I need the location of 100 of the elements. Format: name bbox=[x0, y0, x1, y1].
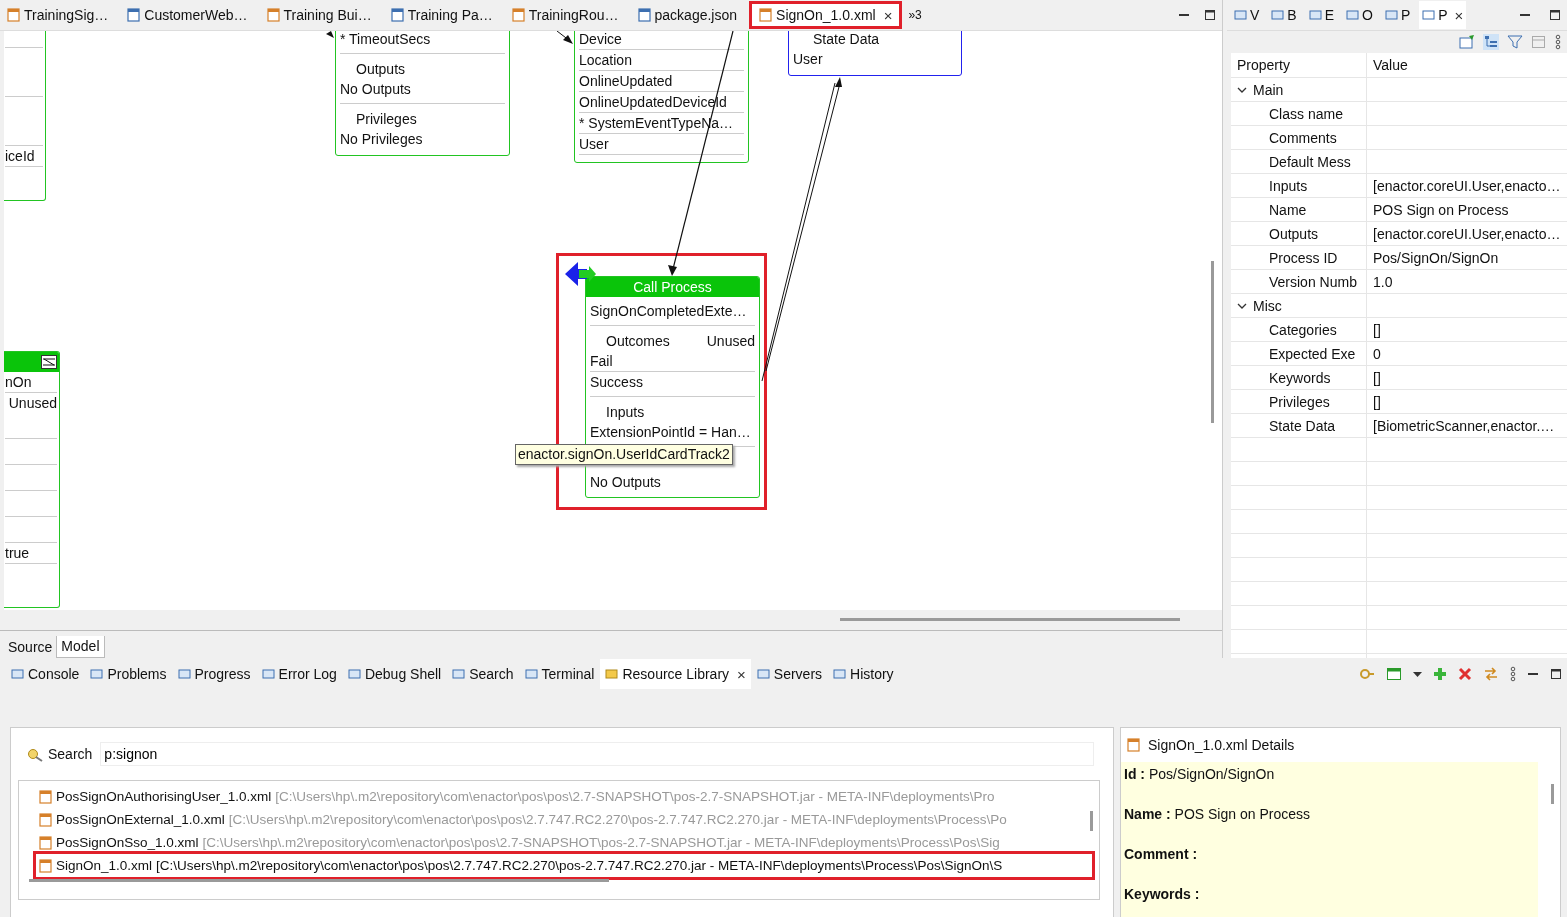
file-icon bbox=[39, 858, 52, 873]
view-tab[interactable]: V bbox=[1231, 1, 1263, 29]
file-icon bbox=[1127, 738, 1140, 752]
more-icon[interactable] bbox=[1510, 666, 1516, 682]
view-tab[interactable]: Servers bbox=[751, 659, 828, 689]
search-label: Search bbox=[48, 746, 93, 762]
view-icon bbox=[1271, 9, 1285, 21]
more-icon[interactable] bbox=[1555, 34, 1561, 50]
property-name: Default Mess bbox=[1269, 153, 1351, 170]
scrollbar-thumb[interactable] bbox=[840, 618, 1180, 621]
view-tab[interactable]: Error Log bbox=[256, 659, 342, 689]
result-item[interactable]: PosSignOnAuthorisingUser_1.0.xml [C:\Users\hp\.m2\repository\com\enactor\pos\pos\2.7-SNAPSHOT\pos-2.7-SNAPSHOT.jar - META-INF\deployments\Pro bbox=[39, 785, 1099, 808]
process-node[interactable]: * TimeoutSecs Outputs No Outputs Privileges No Privileges bbox=[335, 31, 510, 156]
file-icon bbox=[39, 835, 52, 850]
file-icon bbox=[759, 8, 773, 22]
tree-icon[interactable] bbox=[1483, 34, 1499, 50]
node-field: iceId bbox=[5, 146, 43, 167]
editor-tab[interactable]: package.json bbox=[630, 1, 748, 29]
view-tab[interactable]: O bbox=[1343, 1, 1376, 29]
swap-icon[interactable] bbox=[1483, 666, 1499, 682]
section-heading: State Data bbox=[813, 31, 880, 49]
node-field: No Outputs bbox=[590, 472, 755, 492]
property-value: [BiometricScanner,enactor.… bbox=[1373, 417, 1555, 434]
view-icon bbox=[11, 668, 24, 680]
column-header[interactable]: Value bbox=[1367, 57, 1567, 73]
result-item[interactable]: SignOn_1.0.xml [C:\Users\hp\.m2\repository\com\enactor\pos\pos\2.7.747.RC2.270\pos-2.7.747.RC2.270.jar - META-INF\deployments\Process\Pos\SignOn\S bbox=[36, 854, 1092, 877]
editor-tab[interactable]: CustomerWeb… bbox=[120, 1, 258, 29]
maximize-icon[interactable] bbox=[1550, 668, 1562, 680]
node-title: Call Process bbox=[586, 277, 759, 297]
property-name: Name bbox=[1269, 201, 1307, 218]
property-group[interactable]: Misc bbox=[1231, 294, 1367, 317]
view-tab[interactable]: Resource Library × bbox=[600, 659, 751, 689]
view-tab[interactable]: History bbox=[828, 659, 899, 689]
view-tab[interactable]: Debug Shell bbox=[342, 659, 447, 689]
property-value: 0 bbox=[1373, 345, 1381, 362]
view-tab[interactable]: Search bbox=[447, 659, 519, 689]
view-tab[interactable]: B bbox=[1268, 1, 1300, 29]
maximize-icon[interactable] bbox=[1204, 9, 1216, 21]
node-field: SignOnCompletedExte… bbox=[590, 301, 755, 321]
view-icon bbox=[90, 668, 104, 680]
scrollbar-thumb[interactable] bbox=[1551, 784, 1554, 804]
view-tab[interactable]: Terminal bbox=[519, 659, 600, 689]
view-tab[interactable]: Progress bbox=[172, 659, 256, 689]
window-icon[interactable] bbox=[1386, 666, 1402, 682]
arrow-head-icon bbox=[326, 31, 334, 38]
section-heading: Outcomes bbox=[606, 332, 670, 351]
scrollbar-thumb[interactable] bbox=[1090, 811, 1093, 831]
chevron-icon bbox=[1237, 301, 1247, 310]
view-tab[interactable]: Console bbox=[6, 659, 85, 689]
property-name: Expected Exe bbox=[1269, 345, 1356, 362]
property-value: [] bbox=[1373, 369, 1381, 386]
result-item[interactable]: PosSignOnSso_1.0.xml [C:\Users\hp\.m2\repository\com\enactor\pos\pos\2.7-SNAPSHOT\pos-2.7-SNAPSHOT.jar - META-INF\deployments\Process\Pos\Sig bbox=[39, 831, 1099, 854]
file-icon bbox=[127, 8, 141, 22]
file-icon bbox=[390, 8, 404, 22]
process-node[interactable]: nOn Unused true bbox=[4, 351, 60, 608]
process-node[interactable]: State Data User bbox=[788, 31, 962, 76]
node-field: nOn bbox=[5, 372, 57, 393]
view-tab[interactable]: Problems bbox=[85, 659, 172, 689]
editor-tab[interactable]: Training Pa… bbox=[383, 1, 503, 29]
pin-icon[interactable] bbox=[1459, 34, 1475, 50]
editor-tab[interactable]: TrainingRou… bbox=[504, 1, 629, 29]
maximize-icon[interactable] bbox=[1549, 9, 1561, 21]
property-value: [] bbox=[1373, 321, 1381, 338]
node-field: Location bbox=[579, 50, 744, 71]
property-value: POS Sign on Process bbox=[1373, 201, 1509, 218]
scrollbar-thumb[interactable] bbox=[29, 879, 609, 882]
process-node[interactable]: iceId bbox=[4, 31, 46, 201]
view-tab[interactable]: P × bbox=[1419, 1, 1467, 29]
delete-icon[interactable] bbox=[1458, 667, 1472, 681]
editor-mode-tab[interactable]: Source bbox=[4, 637, 57, 658]
scrollbar-thumb[interactable] bbox=[1211, 261, 1214, 423]
filter-icon[interactable] bbox=[1507, 34, 1523, 50]
property-name: Comments bbox=[1269, 129, 1337, 146]
property-name: Inputs bbox=[1269, 177, 1308, 194]
property-name: Privileges bbox=[1269, 393, 1330, 410]
node-field: OnlineUpdated bbox=[579, 71, 744, 92]
property-value: [enactor.coreUI.User,enacto… bbox=[1373, 225, 1561, 242]
search-field[interactable]: p:signon bbox=[100, 742, 1095, 766]
node-field: Success bbox=[590, 372, 755, 392]
editor-tab[interactable]: SignOn_1.0.xml × bbox=[749, 1, 903, 29]
node-field: No Outputs bbox=[340, 79, 505, 99]
more-tabs-button[interactable]: »3 bbox=[908, 8, 922, 22]
editor-mode-tab[interactable]: Model bbox=[56, 636, 105, 658]
editor-tab[interactable]: TrainingSig… bbox=[0, 1, 119, 29]
view-tab[interactable]: P bbox=[1381, 1, 1414, 29]
close-icon[interactable]: × bbox=[737, 665, 746, 683]
table-icon[interactable] bbox=[1531, 34, 1547, 50]
column-header[interactable]: Property bbox=[1231, 53, 1367, 77]
result-item[interactable]: PosSignOnExternal_1.0.xml [C:\Users\hp\.m2\repository\com\enactor\pos\pos\2.7.747.RC2.270\pos-2.7.747.RC2.270.jar - META-INF\deployments\Process\Po bbox=[39, 808, 1099, 831]
editor-tab[interactable]: Training Bui… bbox=[259, 1, 382, 29]
view-icon bbox=[261, 668, 275, 680]
view-tab[interactable]: E bbox=[1305, 1, 1338, 29]
close-icon[interactable]: × bbox=[1454, 6, 1464, 24]
detail-field: Name : POS Sign on Process bbox=[1124, 806, 1535, 846]
property-group[interactable]: Main bbox=[1231, 78, 1367, 101]
add-icon[interactable] bbox=[1433, 667, 1447, 681]
view-icon bbox=[756, 668, 770, 680]
key-icon[interactable] bbox=[1359, 666, 1375, 682]
node-field: ExtensionPointId = Han… bbox=[590, 422, 755, 442]
close-icon[interactable]: × bbox=[883, 6, 893, 24]
